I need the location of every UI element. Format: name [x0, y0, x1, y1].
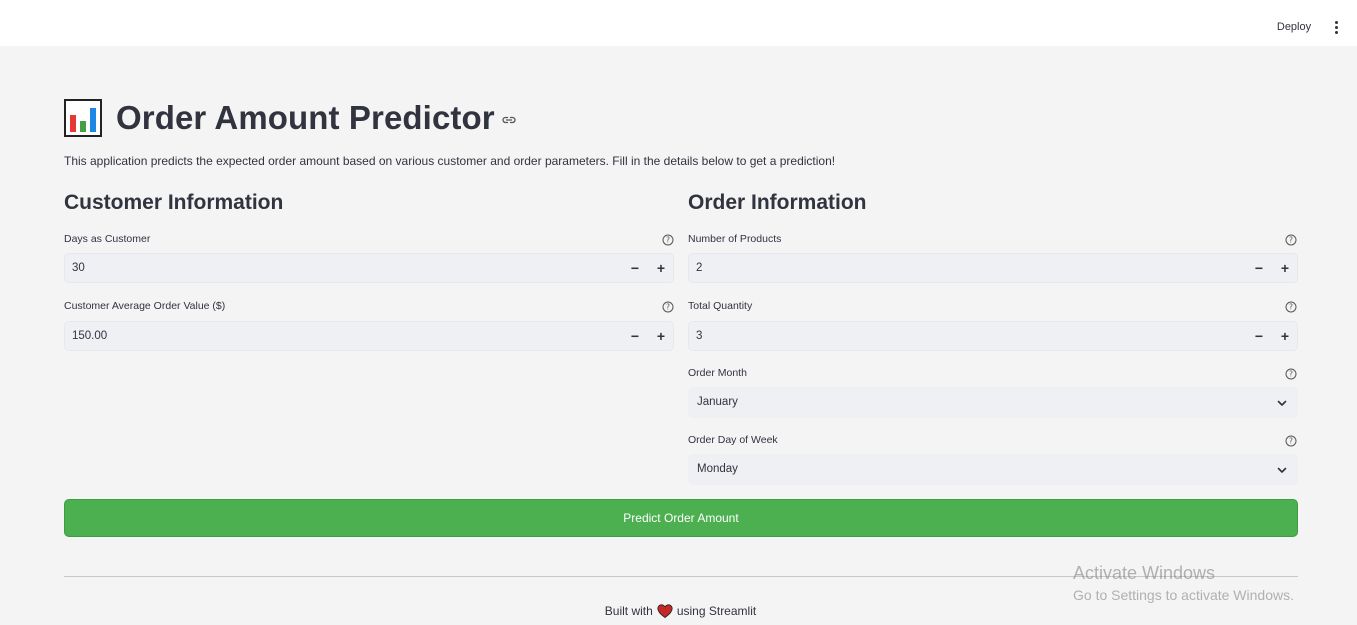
top-header-bar — [0, 0, 1357, 46]
total-quantity-value: 3 — [696, 330, 703, 342]
page-title-text: Order Amount Predictor — [116, 99, 495, 136]
total-quantity-input[interactable]: 3 − + — [688, 321, 1298, 351]
order-dow-label: Order Day of Week — [688, 434, 778, 446]
days-as-customer-label: Days as Customer — [64, 233, 151, 245]
order-info-heading: Order Information — [688, 191, 867, 214]
chevron-down-icon — [1277, 467, 1287, 473]
order-month-select[interactable]: January — [688, 387, 1298, 418]
help-icon[interactable]: ? — [1285, 368, 1297, 380]
help-icon[interactable]: ? — [1285, 234, 1297, 246]
increment-button[interactable]: + — [649, 254, 673, 282]
increment-button[interactable]: + — [1273, 254, 1297, 282]
svg-text:?: ? — [666, 236, 670, 245]
order-month-value: January — [697, 396, 738, 408]
svg-text:?: ? — [666, 303, 670, 312]
total-quantity-label: Total Quantity — [688, 300, 753, 312]
help-icon[interactable]: ? — [662, 234, 674, 246]
page-description: This application predicts the expected o… — [64, 154, 836, 168]
days-as-customer-value: 30 — [72, 262, 85, 274]
activate-windows-watermark-text: Go to Settings to activate Windows. — [1073, 587, 1294, 603]
customer-aov-input[interactable]: 150.00 − + — [64, 321, 674, 351]
decrement-button[interactable]: − — [1247, 254, 1271, 282]
kebab-menu-icon[interactable] — [1328, 17, 1344, 37]
help-icon[interactable]: ? — [662, 301, 674, 313]
page-title: Order Amount Predictor — [64, 96, 517, 140]
deploy-button[interactable]: Deploy — [1272, 17, 1316, 37]
increment-button[interactable]: + — [1273, 322, 1297, 350]
customer-info-heading: Customer Information — [64, 191, 284, 214]
predict-order-amount-button[interactable]: Predict Order Amount — [64, 499, 1298, 537]
heart-icon — [657, 604, 673, 618]
footer-built-with: Built with — [604, 604, 653, 618]
order-dow-select[interactable]: Monday — [688, 454, 1298, 485]
help-icon[interactable]: ? — [1285, 301, 1297, 313]
order-dow-value: Monday — [697, 463, 738, 475]
activate-windows-watermark-title: Activate Windows — [1073, 563, 1216, 583]
increment-button[interactable]: + — [649, 322, 673, 350]
footer-using-streamlit: using Streamlit — [676, 604, 757, 618]
num-products-value: 2 — [696, 262, 703, 274]
decrement-button[interactable]: − — [623, 254, 647, 282]
bar-chart-emoji-icon — [64, 99, 102, 137]
footer: Built with using Streamlit — [0, 604, 1357, 618]
customer-aov-label: Customer Average Order Value ($) — [64, 300, 226, 312]
svg-text:?: ? — [1289, 437, 1293, 446]
num-products-label: Number of Products — [688, 233, 782, 245]
decrement-button[interactable]: − — [623, 322, 647, 350]
anchor-link-icon[interactable] — [501, 112, 517, 128]
num-products-input[interactable]: 2 − + — [688, 253, 1298, 283]
svg-text:?: ? — [1289, 370, 1293, 379]
days-as-customer-input[interactable]: 30 − + — [64, 253, 674, 283]
decrement-button[interactable]: − — [1247, 322, 1271, 350]
svg-text:?: ? — [1289, 303, 1293, 312]
svg-text:?: ? — [1289, 236, 1293, 245]
chevron-down-icon — [1277, 400, 1287, 406]
help-icon[interactable]: ? — [1285, 435, 1297, 447]
order-month-label: Order Month — [688, 367, 747, 379]
customer-aov-value: 150.00 — [72, 330, 108, 342]
